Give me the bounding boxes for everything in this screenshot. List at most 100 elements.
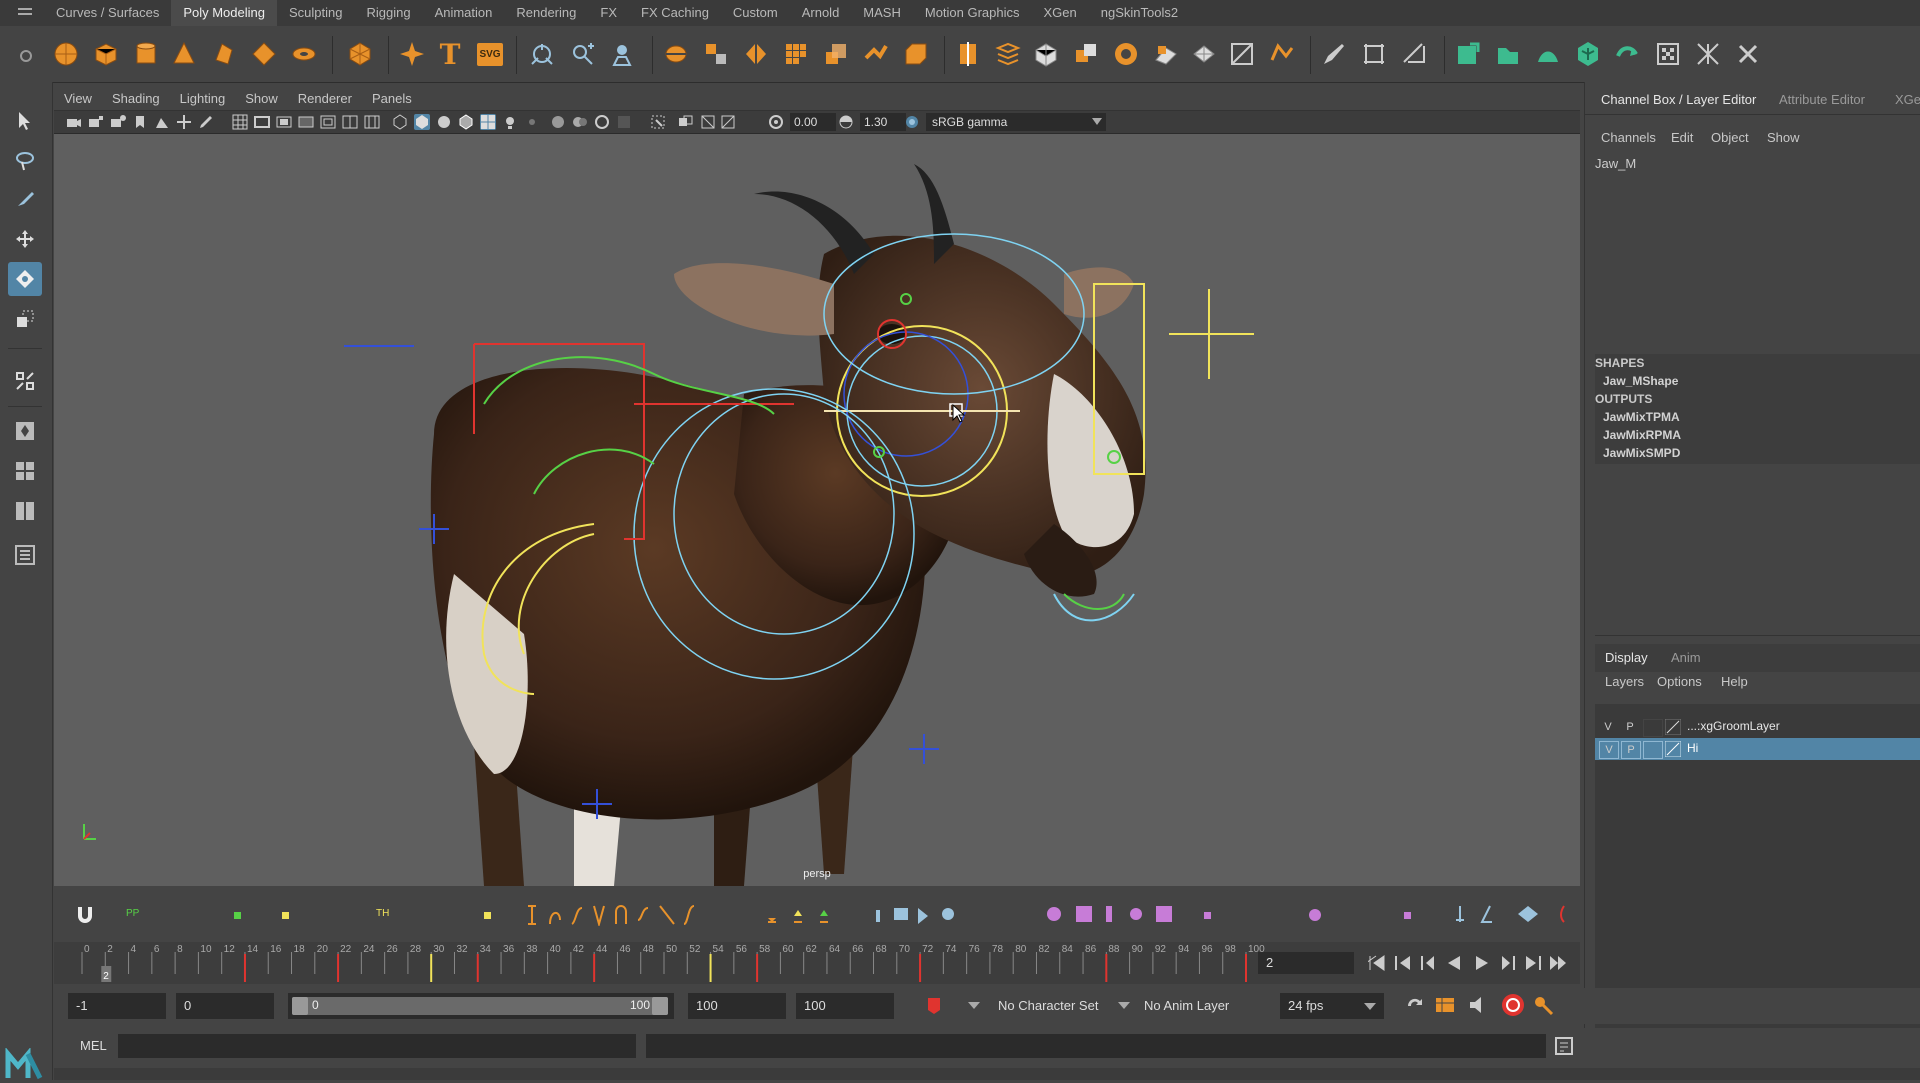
layer-row-selected[interactable]: V P Hi xyxy=(1595,738,1920,760)
range-slider-bar[interactable] xyxy=(292,997,668,1015)
layer-visibility-toggle[interactable]: V xyxy=(1599,719,1617,735)
fps-dropdown[interactable]: 24 fps xyxy=(1280,993,1384,1019)
grid-icon[interactable] xyxy=(232,114,248,130)
range-slider-end-handle[interactable] xyxy=(652,997,668,1015)
layer-menu-help[interactable]: Help xyxy=(1721,674,1748,689)
type-tool-icon[interactable] xyxy=(526,38,558,70)
poly-torus-icon[interactable] xyxy=(208,38,240,70)
xgen-groom-icon[interactable] xyxy=(1572,38,1604,70)
shelf-tab-fx-caching[interactable]: FX Caching xyxy=(629,0,721,26)
viewport-menu-show[interactable]: Show xyxy=(235,88,288,110)
2d-pan-zoom-icon[interactable] xyxy=(176,114,192,130)
scale-tool-icon[interactable] xyxy=(8,302,42,336)
xgen-description-icon[interactable] xyxy=(1492,38,1524,70)
gamma-icon[interactable] xyxy=(838,114,854,130)
exposure-icon[interactable] xyxy=(768,114,784,130)
four-pane-layout-icon[interactable] xyxy=(8,454,42,488)
tab-attribute-editor[interactable]: Attribute Editor xyxy=(1779,88,1865,112)
select-tool-icon[interactable] xyxy=(8,104,42,138)
layer-menu-layers[interactable]: Layers xyxy=(1605,674,1644,689)
sweep-mesh-icon[interactable] xyxy=(566,38,598,70)
rotate-tool-icon[interactable] xyxy=(8,262,42,296)
fill-hole-icon[interactable] xyxy=(1110,38,1142,70)
smooth-shade-icon[interactable] xyxy=(414,114,430,130)
multi-cut-icon[interactable] xyxy=(992,38,1024,70)
output-node[interactable]: JawMixSMPD xyxy=(1603,446,1680,460)
shelf-tab-fx[interactable]: FX xyxy=(588,0,629,26)
range-slider[interactable]: 0 100 xyxy=(288,993,674,1019)
insert-edge-loop-icon[interactable] xyxy=(952,38,984,70)
platonic-solid-icon[interactable] xyxy=(344,38,376,70)
field-chart-icon[interactable] xyxy=(320,114,336,130)
time-slider[interactable]: 0 2 4 6 8 10 12 14 16 18 20 22 24 26 28 30 32 34 36 38 40 42 4… xyxy=(54,942,1580,984)
default-material-icon[interactable] xyxy=(436,114,452,130)
two-pane-layout-icon[interactable] xyxy=(8,494,42,528)
combine-icon[interactable] xyxy=(660,38,692,70)
animation-preferences-icon[interactable] xyxy=(1532,994,1554,1016)
output-node[interactable]: JawMixRPMA xyxy=(1603,428,1681,442)
camera-attributes-icon[interactable] xyxy=(110,114,126,130)
xray-components-icon[interactable] xyxy=(720,114,736,130)
resolution-gate-icon[interactable] xyxy=(276,114,292,130)
tab-anim-layers[interactable]: Anim xyxy=(1671,646,1701,670)
3d-viewport[interactable]: persp xyxy=(54,134,1580,886)
motion-blur-icon[interactable] xyxy=(572,114,588,130)
shadows-icon[interactable] xyxy=(524,114,540,130)
shelf-tab-ngskintools2[interactable]: ngSkinTools2 xyxy=(1089,0,1190,26)
gate-mask-icon[interactable] xyxy=(298,114,314,130)
tab-channel-box-layer-editor[interactable]: Channel Box / Layer Editor xyxy=(1601,88,1756,112)
command-mode-label[interactable]: MEL xyxy=(80,1038,107,1053)
lights-icon[interactable] xyxy=(502,114,518,130)
anim-layer-dropdown[interactable]: No Anim Layer xyxy=(1144,993,1264,1019)
tab-display-layers[interactable]: Display xyxy=(1605,646,1648,670)
crease-icon[interactable] xyxy=(1358,38,1390,70)
xray-icon[interactable] xyxy=(678,114,694,130)
start-time-field[interactable]: -1 xyxy=(68,993,166,1019)
extrude-icon[interactable] xyxy=(820,38,852,70)
xray-joints-icon[interactable] xyxy=(700,114,716,130)
pen-icon[interactable] xyxy=(1318,38,1350,70)
cache-playback-icon[interactable] xyxy=(1434,994,1456,1016)
poly-disc-icon[interactable] xyxy=(288,38,320,70)
wireframe-icon[interactable] xyxy=(392,114,408,130)
paint-select-tool-icon[interactable] xyxy=(8,182,42,216)
poly-cube-icon[interactable] xyxy=(90,38,122,70)
xgen-collection-icon[interactable] xyxy=(1452,38,1484,70)
playback-speed-icon[interactable] xyxy=(1500,992,1526,1018)
shelf-tab-poly-modeling[interactable]: Poly Modeling xyxy=(171,0,277,26)
shelf-tab-arnold[interactable]: Arnold xyxy=(790,0,852,26)
exposure-field[interactable] xyxy=(790,113,836,131)
gamma-field[interactable] xyxy=(860,113,906,131)
layer-row[interactable]: V P ...:xgGroomLayer xyxy=(1595,716,1920,738)
poly-cone-icon[interactable] xyxy=(168,38,200,70)
smooth-icon[interactable] xyxy=(780,38,812,70)
xgen-delete-icon[interactable] xyxy=(1732,38,1764,70)
bool-icon[interactable] xyxy=(1070,38,1102,70)
step-back-frame-icon[interactable] xyxy=(1420,954,1438,972)
super-shape-icon[interactable] xyxy=(396,38,428,70)
shelf-tab-xgen[interactable]: XGen xyxy=(1032,0,1089,26)
xgen-guide-icon[interactable] xyxy=(1532,38,1564,70)
color-space-dropdown[interactable]: sRGB gamma xyxy=(926,113,1106,131)
append-polygon-icon[interactable] xyxy=(1150,38,1182,70)
bookmark-icon[interactable] xyxy=(132,114,148,130)
xgen-density-icon[interactable] xyxy=(1652,38,1684,70)
current-frame-field[interactable]: 2 xyxy=(1258,952,1354,974)
wireframe-on-shaded-icon[interactable] xyxy=(458,114,474,130)
layer-playback-toggle[interactable]: P xyxy=(1621,741,1641,759)
depth-of-field-icon[interactable] xyxy=(616,114,632,130)
cut-uv-icon[interactable] xyxy=(1266,38,1298,70)
poly-sphere-icon[interactable] xyxy=(50,38,82,70)
camera-lock-icon[interactable] xyxy=(88,114,104,130)
sound-icon[interactable] xyxy=(1468,994,1490,1016)
graph-tools[interactable] xyxy=(874,904,1004,926)
tab-xgen[interactable]: XGe xyxy=(1895,88,1920,112)
layer-display-type[interactable] xyxy=(1643,719,1663,737)
play-forward-icon[interactable] xyxy=(1472,954,1490,972)
film-gate-icon[interactable] xyxy=(254,114,270,130)
bevel-icon[interactable] xyxy=(900,38,932,70)
playback-start-field[interactable]: 0 xyxy=(176,993,274,1019)
chevron-down-icon[interactable] xyxy=(1118,1002,1130,1010)
layer-playback-toggle[interactable]: P xyxy=(1621,719,1639,735)
key-marker-icon[interactable] xyxy=(1204,912,1211,919)
